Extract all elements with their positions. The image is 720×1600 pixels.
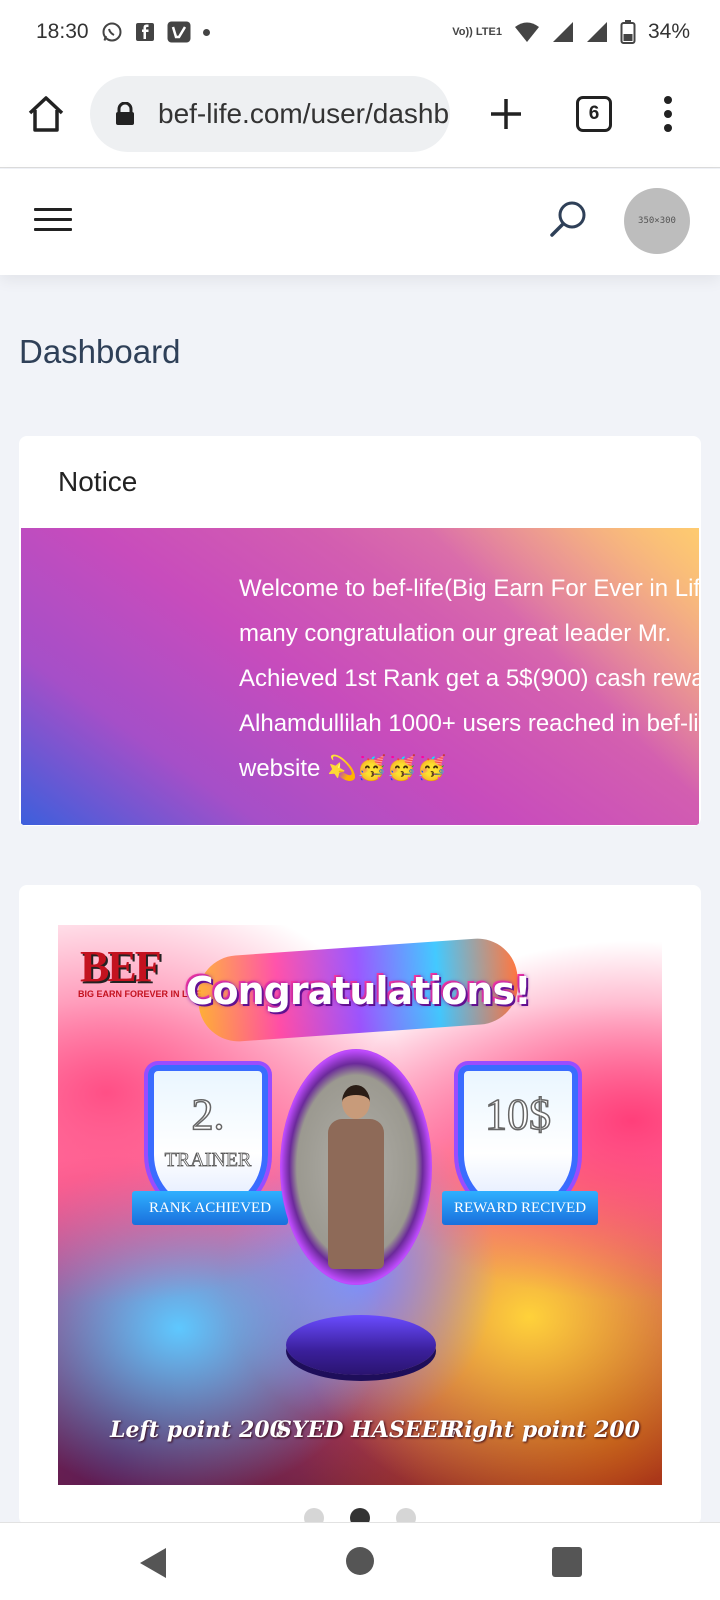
- tab-switcher-button[interactable]: 6: [576, 96, 612, 132]
- member-name-caption: SYED HASEEB: [276, 1417, 457, 1443]
- notice-card: Notice Welcome to bef-life(Big Earn For …: [19, 436, 701, 826]
- bef-logo: BEF: [80, 942, 162, 991]
- status-bar: 18:30 Vo)) LTE1 34%: [0, 0, 720, 64]
- congratulations-banner-image[interactable]: BEF BIG EARN FOREVER IN LIFE Congratulat…: [58, 925, 662, 1485]
- reward-amount: 10$: [484, 1089, 552, 1140]
- slider-card: BEF BIG EARN FOREVER IN LIFE Congratulat…: [19, 885, 701, 1525]
- page-title: Dashboard: [19, 333, 181, 370]
- member-photo: [328, 1085, 384, 1269]
- browser-toolbar: bef-life.com/user/dashboard 6: [0, 64, 720, 168]
- congratulations-headline: Congratulations!: [185, 969, 532, 1013]
- notice-line: many congratulation our great leader Mr.: [239, 620, 672, 647]
- back-icon[interactable]: [136, 1545, 170, 1581]
- status-time: 18:30: [36, 20, 89, 43]
- notice-marquee: Welcome to bef-life(Big Earn For Ever in…: [239, 566, 699, 791]
- notification-dot: [202, 28, 210, 36]
- signal-icon-2: [586, 21, 608, 43]
- status-left: 18:30: [36, 20, 210, 44]
- app-header: 350×300: [0, 169, 720, 275]
- battery-icon: [620, 20, 636, 44]
- new-tab-icon[interactable]: [486, 94, 526, 134]
- rank-number: 2.: [191, 1089, 226, 1140]
- home-icon[interactable]: [24, 92, 68, 136]
- more-vert-icon[interactable]: [656, 94, 680, 134]
- user-avatar[interactable]: 350×300: [624, 188, 690, 254]
- notice-line: Achieved 1st Rank get a 5$(900) cash rew…: [239, 665, 699, 692]
- home-circle-icon[interactable]: [346, 1547, 374, 1575]
- left-point-caption: Left point 200: [110, 1417, 285, 1443]
- lock-icon: [114, 101, 136, 126]
- reward-ribbon: REWARD RECIVED: [442, 1191, 598, 1225]
- notice-line: Alhamdullilah 1000+ users reached in bef…: [239, 710, 699, 737]
- url-text: bef-life.com/user/dashboard: [158, 98, 450, 129]
- address-bar[interactable]: bef-life.com/user/dashboard: [90, 76, 450, 152]
- right-point-caption: Right point 200: [446, 1417, 640, 1443]
- notice-line: website 💫🥳🥳🥳: [239, 755, 447, 782]
- bef-logo-tagline: BIG EARN FOREVER IN LIFE: [78, 989, 202, 999]
- facebook-icon: [135, 22, 155, 42]
- rank-ribbon: RANK ACHIEVED: [132, 1191, 288, 1225]
- search-icon[interactable]: [546, 197, 590, 241]
- signal-icon: [552, 21, 574, 43]
- notice-banner: Welcome to bef-life(Big Earn For Ever in…: [21, 528, 699, 825]
- status-right: Vo)) LTE1 34%: [452, 20, 690, 44]
- tab-count: 6: [588, 103, 600, 124]
- system-nav-bar: [0, 1522, 720, 1600]
- vimeo-icon: [167, 21, 191, 43]
- volte-label: Vo)) LTE1: [452, 25, 502, 38]
- notice-line: Welcome to bef-life(Big Earn For Ever in…: [239, 575, 699, 602]
- wifi-icon: [514, 21, 540, 43]
- hamburger-menu-icon[interactable]: [34, 201, 72, 241]
- pedestal: [286, 1315, 436, 1375]
- battery-percent: 34%: [647, 20, 690, 43]
- recents-icon[interactable]: [552, 1547, 582, 1577]
- avatar-placeholder-text: 350×300: [638, 216, 676, 226]
- rank-title: TRAINER: [164, 1149, 252, 1172]
- whatsapp-icon: [101, 21, 123, 43]
- notice-title: Notice: [58, 466, 138, 497]
